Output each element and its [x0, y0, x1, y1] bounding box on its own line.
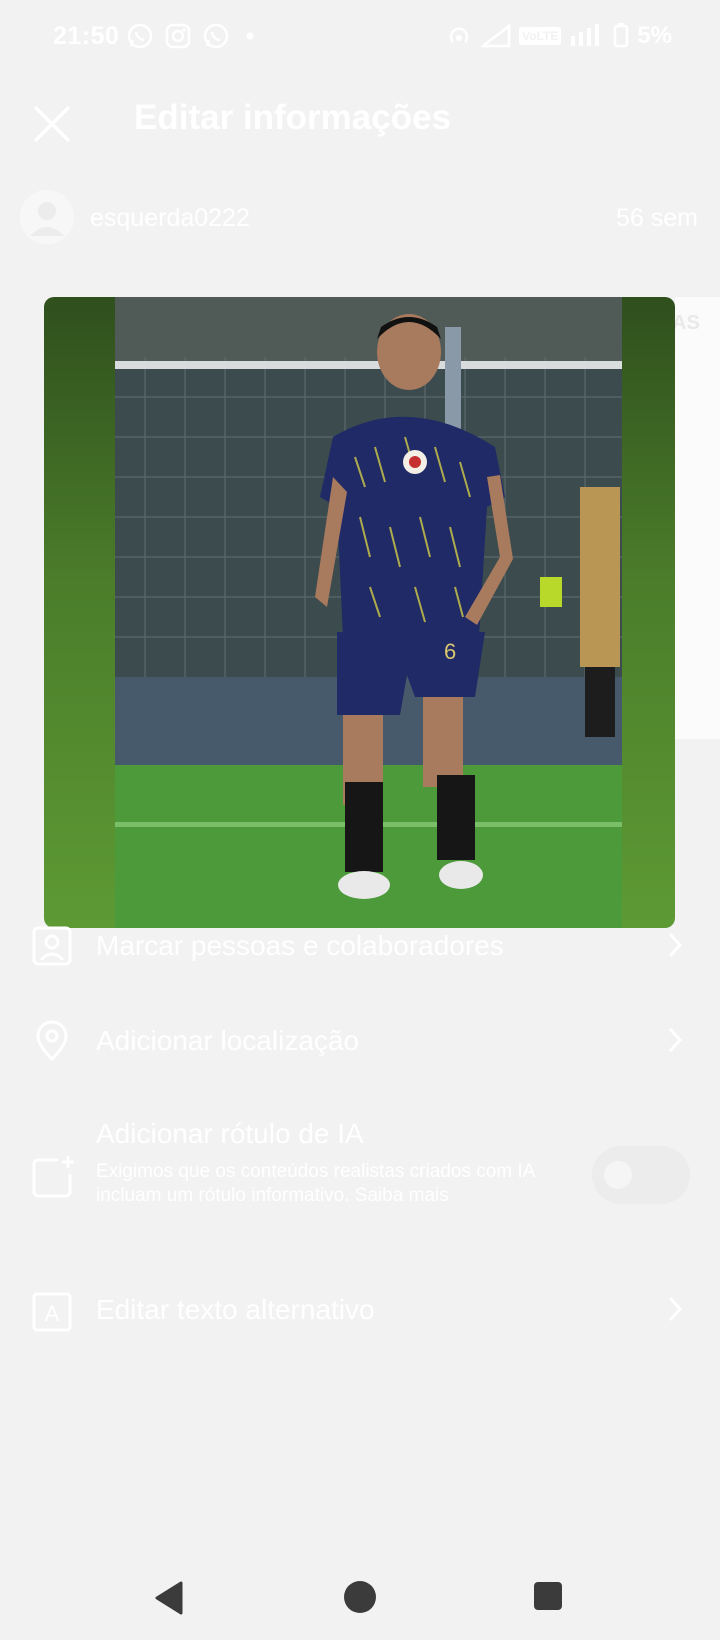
back-icon[interactable]	[153, 1580, 185, 1616]
recents-icon[interactable]	[534, 1582, 562, 1610]
volte-badge: VoLTE	[519, 27, 562, 45]
chevron-right-icon	[668, 932, 683, 958]
username[interactable]: esquerda0222	[90, 204, 250, 233]
post-time: 56 sem	[616, 204, 698, 232]
tag-people-row[interactable]: Marcar pessoas e colaboradores	[0, 908, 720, 988]
system-nav-bar	[0, 1560, 720, 1640]
alt-text-row[interactable]: A Editar texto alternativo	[0, 1272, 720, 1352]
alt-text-label: Editar texto alternativo	[96, 1294, 375, 1325]
alt-text-icon: A	[32, 1292, 72, 1332]
svg-text:A: A	[45, 1301, 60, 1326]
soccer-player-photo: 6	[115, 297, 622, 928]
signal-bars-icon	[571, 24, 600, 46]
ai-label-description[interactable]: Exigimos que os conteúdos realistas cria…	[96, 1160, 556, 1208]
home-icon[interactable]	[344, 1581, 376, 1613]
battery-icon	[614, 23, 629, 48]
ai-label-icon	[32, 1156, 74, 1198]
add-location-label: Adicionar localização	[96, 1025, 360, 1056]
instagram-icon	[165, 23, 191, 49]
avatar[interactable]	[20, 190, 74, 244]
next-media-peek[interactable]	[675, 297, 720, 739]
default-avatar-icon	[20, 190, 74, 244]
tag-people-label: Marcar pessoas e colaboradores	[96, 930, 504, 961]
dot-icon	[246, 32, 254, 40]
toggle-knob	[604, 1161, 632, 1189]
chevron-right-icon	[668, 1296, 683, 1322]
whatsapp-icon	[127, 23, 153, 49]
header: Editar informações	[0, 82, 720, 162]
system-icons: VoLTE 5%	[445, 22, 672, 50]
svg-text:6: 6	[444, 639, 456, 664]
status-time: 21:50	[53, 22, 120, 50]
ai-label-toggle[interactable]	[592, 1146, 690, 1204]
close-icon[interactable]	[30, 102, 74, 146]
signal-icon	[481, 23, 511, 48]
next-media-peek-text: AS	[672, 312, 700, 334]
chevron-right-icon	[668, 1027, 683, 1053]
battery-percentage: 5%	[637, 22, 672, 49]
notification-icons	[126, 22, 260, 50]
ai-label-title: Adicionar rótulo de IA	[96, 1118, 364, 1149]
post-author-row: esquerda0222 56 sem	[0, 188, 720, 252]
status-bar: 21:50 VoLTE 5%	[0, 0, 720, 76]
page-title: Editar informações	[134, 98, 452, 137]
post-media[interactable]: 6	[44, 297, 675, 928]
hotspot-icon	[449, 27, 469, 43]
whatsapp-icon	[203, 23, 229, 49]
tag-person-icon	[32, 926, 72, 966]
location-pin-icon	[36, 1020, 68, 1062]
add-location-row[interactable]: Adicionar localização	[0, 1003, 720, 1083]
